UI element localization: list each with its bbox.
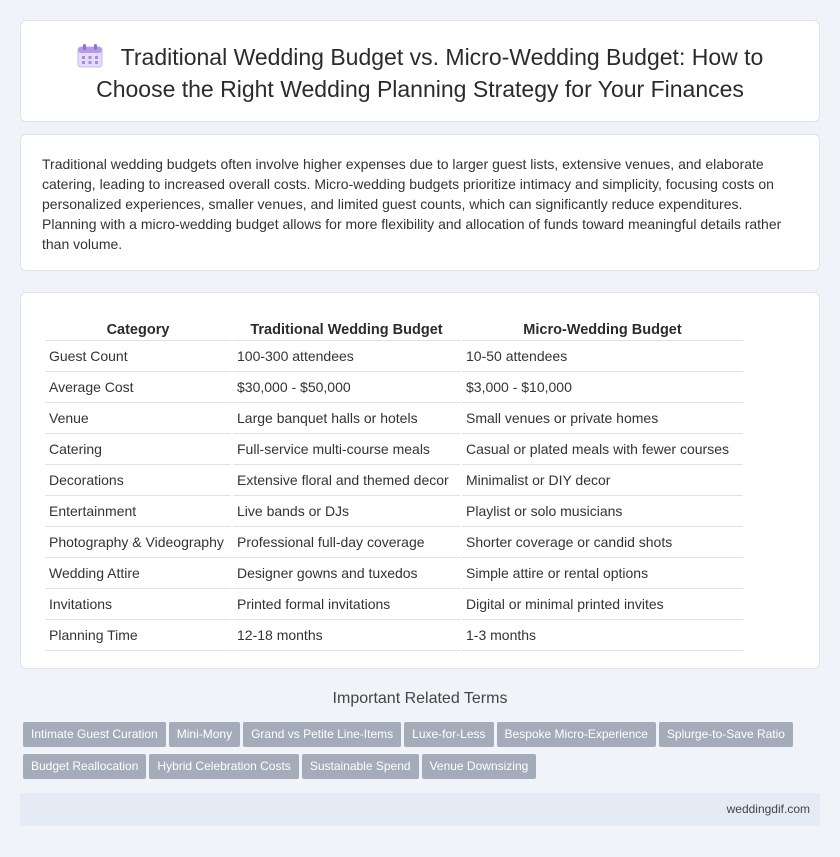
cell-traditional: Live bands or DJs — [233, 496, 460, 527]
related-term-tag[interactable]: Mini-Mony — [168, 722, 241, 747]
cell-category: Planning Time — [45, 620, 231, 651]
related-term-tag[interactable]: Splurge-to-Save Ratio — [658, 722, 793, 747]
table-row: Decorations Extensive floral and themed … — [45, 465, 743, 496]
cell-micro: 1-3 months — [462, 620, 743, 651]
cell-category: Entertainment — [45, 496, 231, 527]
cell-traditional: Professional full-day coverage — [233, 527, 460, 558]
related-term-tag[interactable]: Intimate Guest Curation — [23, 722, 166, 747]
intro-card: Traditional wedding budgets often involv… — [20, 134, 820, 271]
cell-micro: Shorter coverage or candid shots — [462, 527, 743, 558]
table-row: Catering Full-service multi-course meals… — [45, 434, 743, 465]
related-term-tag[interactable]: Budget Reallocation — [23, 754, 147, 779]
footer: weddingdif.com — [20, 793, 820, 826]
header-traditional: Traditional Wedding Budget — [233, 313, 460, 341]
cell-category: Wedding Attire — [45, 558, 231, 589]
cell-traditional: Designer gowns and tuxedos — [233, 558, 460, 589]
related-term-tag[interactable]: Luxe-for-Less — [404, 722, 494, 747]
related-terms-heading: Important Related Terms — [332, 690, 508, 707]
table-row: Planning Time 12-18 months 1-3 months — [45, 620, 743, 651]
cell-micro: Simple attire or rental options — [462, 558, 743, 589]
comparison-card: Category Traditional Wedding Budget Micr… — [20, 292, 820, 669]
related-terms-list: Intimate Guest Curation Mini-Mony Grand vs… — [23, 722, 813, 786]
page-title: Traditional Wedding Budget vs. Micro-Wed… — [41, 43, 799, 104]
cell-micro: Casual or plated meals with fewer course… — [462, 434, 743, 465]
cell-category: Invitations — [45, 589, 231, 620]
cell-micro: Digital or minimal printed invites — [462, 589, 743, 620]
intro-paragraph: Traditional wedding budgets often involv… — [42, 156, 782, 252]
cell-traditional: 12-18 months — [233, 620, 460, 651]
page-title-text: Traditional Wedding Budget vs. Micro-Wed… — [96, 44, 764, 102]
related-term-tag[interactable]: Venue Downsizing — [421, 754, 537, 779]
related-term-tag[interactable]: Sustainable Spend — [301, 754, 419, 779]
cell-traditional: $30,000 - $50,000 — [233, 372, 460, 403]
cell-traditional: Large banquet halls or hotels — [233, 403, 460, 434]
table-row: Invitations Printed formal invitations D… — [45, 589, 743, 620]
cell-category: Venue — [45, 403, 231, 434]
cell-traditional: 100-300 attendees — [233, 341, 460, 372]
cell-traditional: Printed formal invitations — [233, 589, 460, 620]
cell-micro: Minimalist or DIY decor — [462, 465, 743, 496]
header-category: Category — [45, 313, 231, 341]
footer-site-link[interactable]: weddingdif.com — [727, 802, 810, 816]
cell-category: Catering — [45, 434, 231, 465]
cell-category: Average Cost — [45, 372, 231, 403]
related-term-tag[interactable]: Grand vs Petite Line-Items — [243, 722, 402, 747]
header-micro: Micro-Wedding Budget — [462, 313, 743, 341]
cell-category: Photography & Videography — [45, 527, 231, 558]
related-term-tag[interactable]: Hybrid Celebration Costs — [149, 754, 299, 779]
cell-micro: $3,000 - $10,000 — [462, 372, 743, 403]
comparison-table: Category Traditional Wedding Budget Micr… — [43, 313, 745, 651]
table-row: Wedding Attire Designer gowns and tuxedo… — [45, 558, 743, 589]
title-card: Traditional Wedding Budget vs. Micro-Wed… — [20, 20, 820, 122]
table-header-row: Category Traditional Wedding Budget Micr… — [45, 313, 743, 341]
table-row: Photography & Videography Professional f… — [45, 527, 743, 558]
cell-micro: Small venues or private homes — [462, 403, 743, 434]
cell-category: Guest Count — [45, 341, 231, 372]
cell-category: Decorations — [45, 465, 231, 496]
calendar-icon — [77, 44, 103, 75]
cell-micro: 10-50 attendees — [462, 341, 743, 372]
related-term-tag[interactable]: Bespoke Micro-Experience — [496, 722, 656, 747]
table-row: Entertainment Live bands or DJs Playlist… — [45, 496, 743, 527]
cell-traditional: Full-service multi-course meals — [233, 434, 460, 465]
table-row: Guest Count 100-300 attendees 10-50 atte… — [45, 341, 743, 372]
table-row: Venue Large banquet halls or hotels Smal… — [45, 403, 743, 434]
cell-traditional: Extensive floral and themed decor — [233, 465, 460, 496]
cell-micro: Playlist or solo musicians — [462, 496, 743, 527]
table-row: Average Cost $30,000 - $50,000 $3,000 - … — [45, 372, 743, 403]
